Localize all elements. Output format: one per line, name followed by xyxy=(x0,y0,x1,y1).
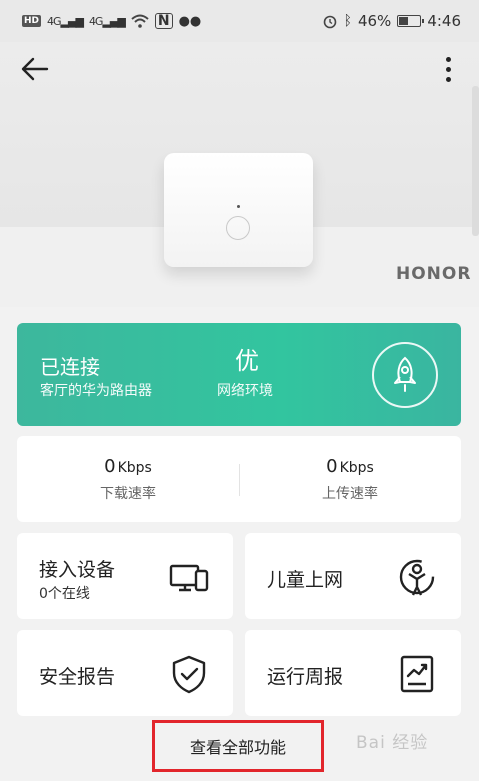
router-name: 客厅的华为路由器 xyxy=(40,383,152,399)
signal-icon: 4G▂▄▆ xyxy=(47,14,84,28)
wechat-icon: ●● xyxy=(178,13,202,29)
online-count: 0个在线 xyxy=(39,586,90,602)
tile-kids-internet-label: 儿童上网 xyxy=(267,569,344,591)
upload-speed-unit: Kbps xyxy=(339,460,374,476)
upload-speed-value: 0 xyxy=(326,456,338,477)
clock: 4:46 xyxy=(427,12,461,30)
devices-icon xyxy=(169,564,209,592)
router-led xyxy=(237,205,240,208)
status-bar-right: ᛒ 46% 4:46 xyxy=(322,12,461,30)
tile-kids-internet[interactable]: 儿童上网 xyxy=(245,533,461,619)
hd-badge: HD xyxy=(22,15,42,27)
bluetooth-icon: ᛒ xyxy=(343,13,352,29)
connection-status: 已连接 xyxy=(40,355,100,379)
network-quality-label: 网络环境 xyxy=(217,383,273,399)
scroll-indicator xyxy=(472,86,479,236)
rocket-icon xyxy=(394,356,416,392)
upload-speed: 0 Kbps 上传速率 xyxy=(239,456,461,503)
tile-weekly-report[interactable]: 运行周报 xyxy=(245,630,461,716)
download-speed-value: 0 xyxy=(104,456,116,477)
nfc-icon: N xyxy=(154,13,173,29)
view-all-features-button[interactable]: 查看全部功能 xyxy=(152,720,324,772)
hero-banner: HONOR xyxy=(0,42,479,307)
more-options-button[interactable] xyxy=(436,52,460,86)
download-speed-unit: Kbps xyxy=(117,460,152,476)
network-quality: 优 xyxy=(235,347,259,375)
connection-status-card[interactable]: 已连接 客厅的华为路由器 优 网络环境 xyxy=(17,323,461,426)
router-button xyxy=(226,216,250,240)
tile-connected-devices[interactable]: 接入设备 0个在线 xyxy=(17,533,233,619)
status-bar: HD 4G▂▄▆ 4G▂▄▆ N ●● ᛒ 46% 4:46 xyxy=(0,0,479,42)
wifi-icon xyxy=(131,14,149,28)
battery-icon xyxy=(397,15,425,27)
shield-check-icon xyxy=(172,655,206,694)
download-speed: 0 Kbps 下载速率 xyxy=(17,456,239,503)
router-image xyxy=(164,153,313,267)
tile-connected-devices-label: 接入设备 xyxy=(39,559,116,581)
child-icon xyxy=(399,559,435,596)
tile-weekly-report-label: 运行周报 xyxy=(267,666,344,688)
tile-security-report-label: 安全报告 xyxy=(39,666,116,688)
signal-icon-2: 4G▂▄▆ xyxy=(88,14,126,28)
alarm-icon xyxy=(323,15,336,29)
upload-speed-label: 上传速率 xyxy=(322,486,378,502)
report-chart-icon xyxy=(400,655,434,693)
speed-card: 0 Kbps 下载速率 0 Kbps 上传速率 xyxy=(17,436,461,522)
brand-logo: HONOR xyxy=(396,264,472,284)
watermark: Bai 经验 xyxy=(356,733,429,753)
back-arrow-icon xyxy=(21,57,49,81)
status-bar-left: HD 4G▂▄▆ 4G▂▄▆ N ●● xyxy=(22,13,201,29)
download-speed-label: 下载速率 xyxy=(100,486,156,502)
battery-percent: 46% xyxy=(357,12,392,30)
tile-security-report[interactable]: 安全报告 xyxy=(17,630,233,716)
speed-boost-button[interactable] xyxy=(372,342,438,408)
back-button[interactable] xyxy=(18,54,52,84)
